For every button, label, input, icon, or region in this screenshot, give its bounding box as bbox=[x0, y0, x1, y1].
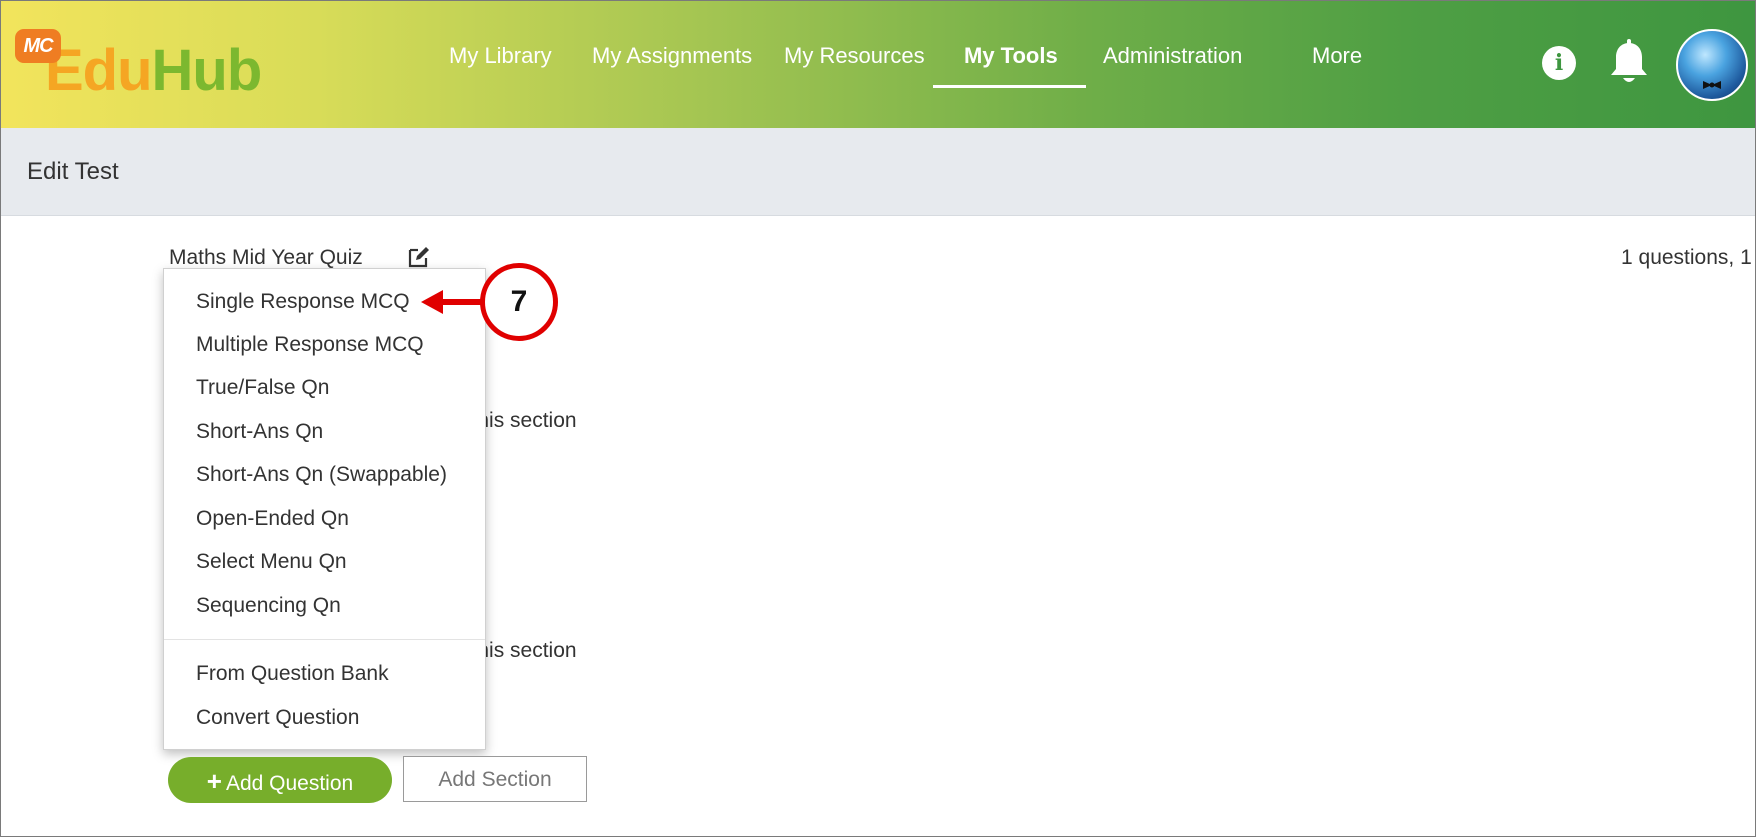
info-icon[interactable]: i bbox=[1542, 46, 1576, 80]
main-nav: My Library My Assignments My Resources M… bbox=[1, 1, 1755, 128]
edit-icon[interactable] bbox=[407, 245, 431, 269]
add-question-button[interactable]: + Add Question bbox=[168, 757, 392, 803]
menu-divider bbox=[164, 639, 485, 640]
avatar-image bbox=[1703, 81, 1721, 89]
menu-item-open-ended[interactable]: Open-Ended Qn bbox=[164, 499, 485, 539]
app-window: EduHub MC My Library My Assignments My R… bbox=[0, 0, 1756, 837]
nav-my-assignments[interactable]: My Assignments bbox=[592, 43, 752, 69]
nav-more[interactable]: More bbox=[1312, 43, 1362, 69]
add-question-dropdown: Single Response MCQ Multiple Response MC… bbox=[163, 268, 486, 750]
page-title: Edit Test bbox=[27, 158, 119, 185]
menu-item-multiple-response-mcq[interactable]: Multiple Response MCQ bbox=[164, 325, 485, 365]
avatar[interactable] bbox=[1676, 29, 1748, 101]
nav-my-resources[interactable]: My Resources bbox=[784, 43, 925, 69]
menu-item-short-ans[interactable]: Short-Ans Qn bbox=[164, 412, 485, 452]
top-header: EduHub MC My Library My Assignments My R… bbox=[1, 1, 1755, 128]
menu-item-true-false[interactable]: True/False Qn bbox=[164, 368, 485, 408]
menu-item-short-ans-swappable[interactable]: Short-Ans Qn (Swappable) bbox=[164, 455, 485, 495]
menu-item-sequencing[interactable]: Sequencing Qn bbox=[164, 586, 485, 626]
bell-icon[interactable] bbox=[1607, 39, 1651, 87]
test-name: Maths Mid Year Quiz bbox=[169, 246, 363, 269]
menu-item-select-menu[interactable]: Select Menu Qn bbox=[164, 542, 485, 582]
active-nav-underline bbox=[933, 85, 1086, 88]
nav-my-library[interactable]: My Library bbox=[449, 43, 552, 69]
nav-administration[interactable]: Administration bbox=[1103, 43, 1242, 69]
page-header-bar: Edit Test bbox=[1, 128, 1755, 216]
add-section-button[interactable]: Add Section bbox=[403, 756, 587, 802]
test-summary: 1 questions, 1 bbox=[1621, 246, 1752, 269]
nav-my-tools[interactable]: My Tools bbox=[964, 43, 1058, 69]
menu-item-convert-question[interactable]: Convert Question bbox=[164, 698, 485, 738]
menu-item-from-question-bank[interactable]: From Question Bank bbox=[164, 654, 485, 694]
step-callout: 7 bbox=[480, 263, 558, 341]
